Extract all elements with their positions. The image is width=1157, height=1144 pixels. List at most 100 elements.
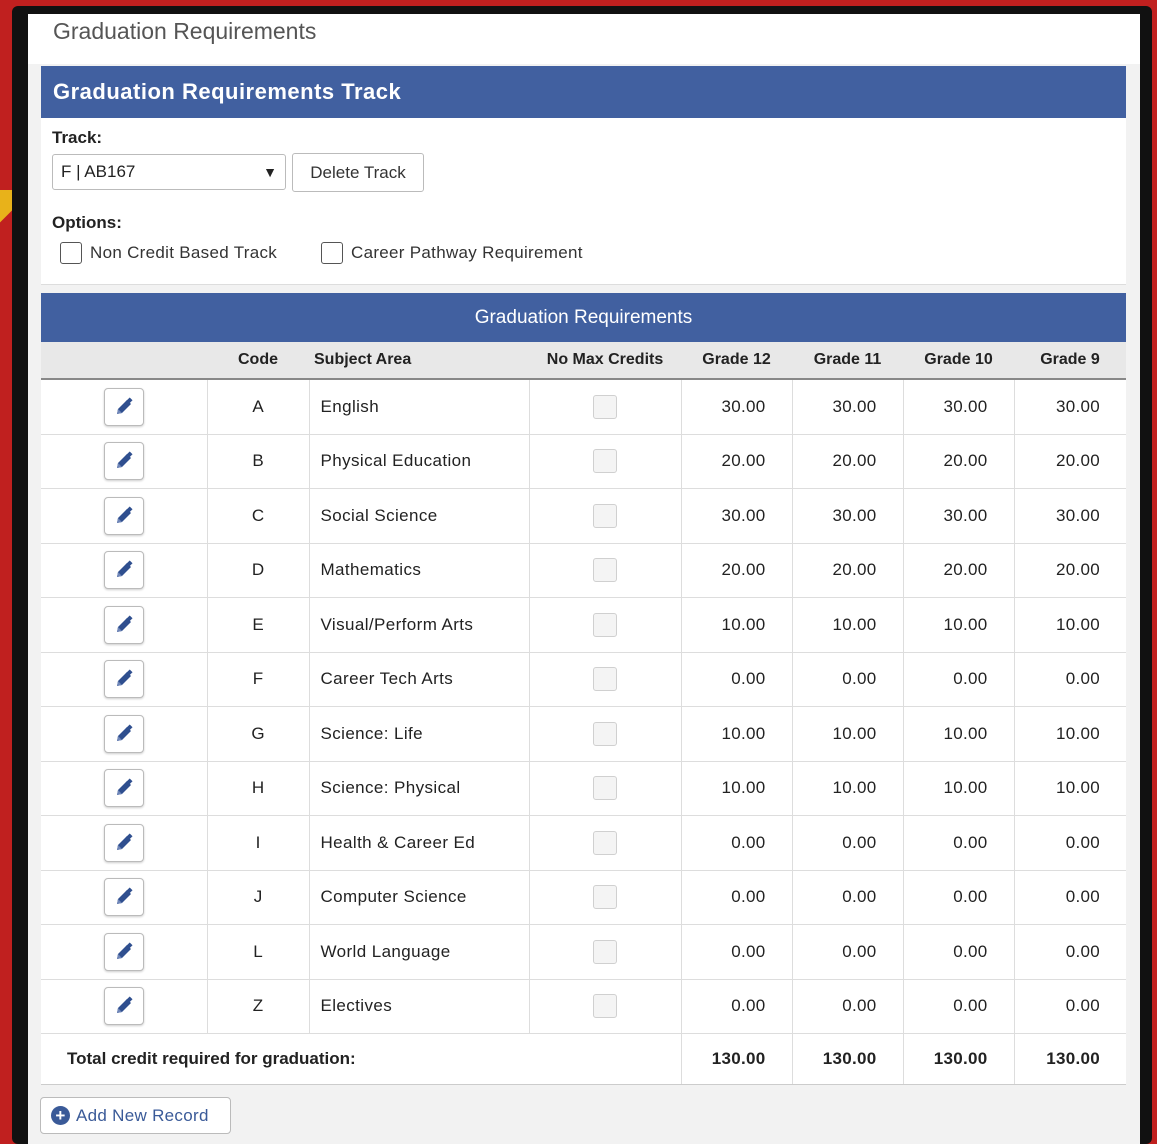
edit-button[interactable] [103,878,144,917]
track-select-value: F | AB167 [61,162,136,181]
no-max-cell [529,543,682,598]
no-max-cell [529,652,682,707]
subject-cell: Science: Physical [309,761,530,816]
col-header-no-max: No Max Credits [529,342,681,380]
no-max-checkbox[interactable] [593,939,617,964]
edit-button[interactable] [103,987,144,1026]
edit-cell [41,488,208,544]
total-label: Total credit required for graduation: [41,1033,681,1085]
edit-button[interactable] [103,442,144,481]
no-max-cell [529,870,682,925]
no-max-checkbox[interactable] [593,885,617,910]
no-max-cell [529,815,682,871]
grade-9-cell: 10.00 [1014,597,1126,653]
subject-cell: Computer Science [309,870,530,925]
edit-cell [41,979,208,1034]
grid-heading: Graduation Requirements [41,293,1126,342]
grade-11-cell: 0.00 [792,870,904,925]
option-non-credit[interactable]: Non Credit Based Track [60,242,277,264]
edit-button[interactable] [103,769,144,808]
grade-12-cell: 0.00 [681,870,793,925]
col-header-grade-10: Grade 10 [903,342,1014,380]
no-max-cell [529,379,682,435]
edit-button[interactable] [103,496,144,535]
grade-10-cell: 30.00 [903,379,1015,435]
edit-button[interactable] [103,551,144,590]
subject-cell: Physical Education [309,434,530,489]
career-pathway-checkbox[interactable] [321,242,343,264]
option-career-pathway[interactable]: Career Pathway Requirement [321,242,583,264]
code-cell: C [207,488,310,544]
no-max-checkbox[interactable] [593,558,617,583]
requirements-table: Code Subject Area No Max Credits Grade 1… [41,342,1126,1085]
add-new-record-button[interactable]: + Add New Record [40,1097,231,1134]
no-max-checkbox[interactable] [593,449,617,474]
code-cell: G [207,706,310,762]
no-max-checkbox[interactable] [593,503,617,528]
track-section: Track: F | AB167 ▼ Delete Track Options:… [41,118,1126,285]
no-max-cell [529,597,682,653]
page-title: Graduation Requirements [53,18,317,44]
edit-cell [41,597,208,653]
edit-button[interactable] [103,660,144,699]
track-label: Track: [52,128,103,147]
edit-button[interactable] [103,605,144,644]
no-max-checkbox[interactable] [593,612,617,637]
no-max-checkbox[interactable] [593,667,617,692]
code-cell: L [207,924,310,980]
table-row: H Science: Physical 10.00 10.00 10.00 10.00 [41,761,1126,816]
no-max-cell [529,706,682,762]
delete-track-button[interactable]: Delete Track [292,153,424,192]
table-row: J Computer Science 0.00 0.00 0.00 0.00 [41,870,1126,925]
edit-button[interactable] [103,714,144,753]
grade-9-cell: 20.00 [1014,434,1126,489]
edit-cell [41,924,208,980]
grade-10-cell: 10.00 [903,597,1015,653]
grade-10-cell: 0.00 [903,979,1015,1034]
edit-cell [41,543,208,598]
grade-12-cell: 0.00 [681,815,793,871]
track-select[interactable]: F | AB167 ▼ [52,154,286,190]
main-panel: Graduation Requirements Graduation Requi… [28,14,1140,1144]
table-row: L World Language 0.00 0.00 0.00 0.00 [41,924,1126,980]
grade-9-cell: 10.00 [1014,706,1126,762]
subject-cell: Social Science [309,488,530,544]
subject-cell: Science: Life [309,706,530,762]
col-header-grade-11: Grade 11 [792,342,903,380]
edit-button[interactable] [103,823,144,862]
no-max-checkbox[interactable] [593,994,617,1019]
no-max-cell [529,979,682,1034]
edit-cell [41,706,208,762]
grade-10-cell: 0.00 [903,815,1015,871]
no-max-checkbox[interactable] [593,394,617,419]
col-header-subject: Subject Area [309,342,529,380]
code-cell: F [207,652,310,707]
non-credit-checkbox[interactable] [60,242,82,264]
no-max-checkbox[interactable] [593,776,617,801]
grade-9-cell: 10.00 [1014,761,1126,816]
no-max-cell [529,488,682,544]
no-max-checkbox[interactable] [593,721,617,746]
grade-12-cell: 20.00 [681,434,793,489]
edit-button[interactable] [103,387,144,426]
grade-9-cell: 0.00 [1014,652,1126,707]
grade-12-cell: 10.00 [681,761,793,816]
grade-9-cell: 0.00 [1014,924,1126,980]
total-grade-12: 130.00 [680,1033,793,1085]
no-max-checkbox[interactable] [593,830,617,855]
col-header-actions [41,342,207,380]
code-cell: I [207,815,310,871]
add-new-record-label: Add New Record [76,1105,209,1125]
non-credit-label: Non Credit Based Track [90,243,278,262]
grade-12-cell: 0.00 [681,979,793,1034]
edit-cell [41,870,208,925]
edit-button[interactable] [103,932,144,971]
code-cell: A [207,379,310,435]
col-header-code: Code [207,342,309,380]
table-row: I Health & Career Ed 0.00 0.00 0.00 0.00 [41,815,1126,871]
total-grade-11: 130.00 [792,1033,904,1085]
grade-11-cell: 10.00 [792,597,904,653]
grade-11-cell: 30.00 [792,379,904,435]
no-max-cell [529,761,682,816]
code-cell: E [207,597,310,653]
